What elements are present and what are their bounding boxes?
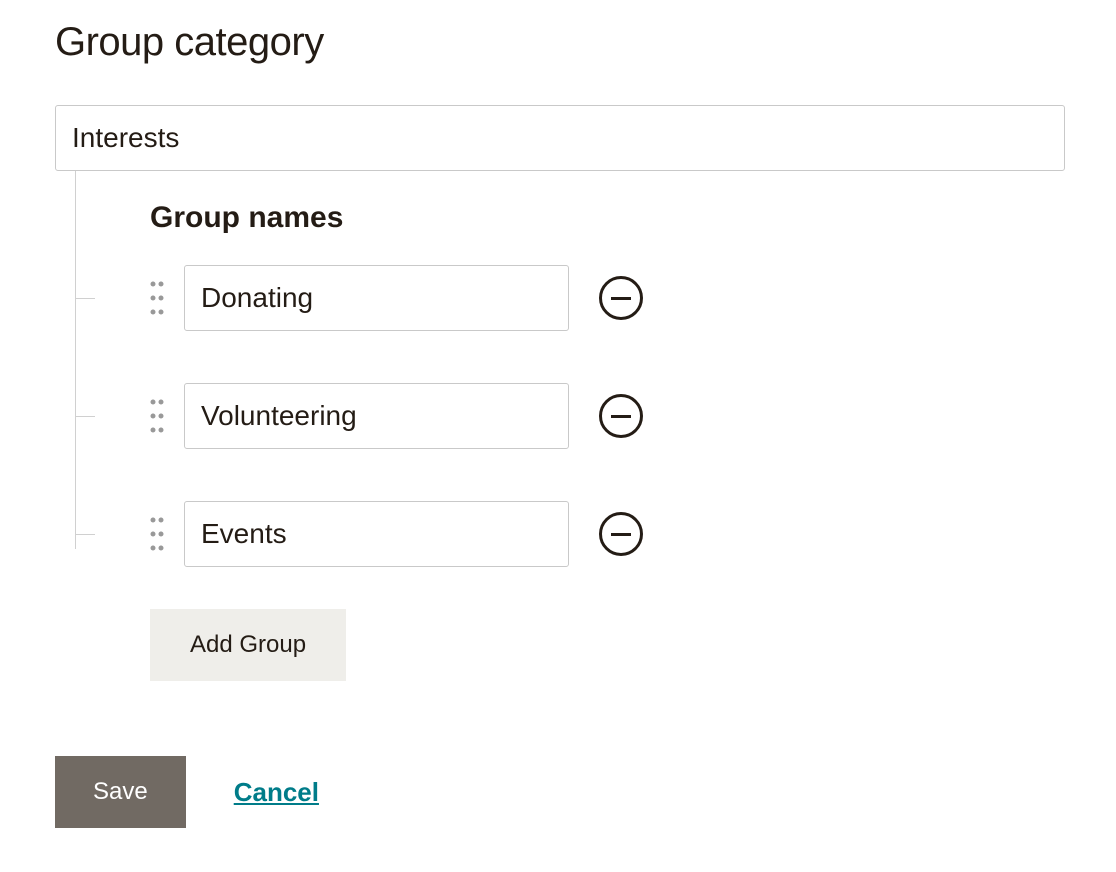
drag-handle-icon[interactable]	[150, 280, 164, 316]
remove-group-button[interactable]	[599, 512, 643, 556]
save-button[interactable]: Save	[55, 756, 186, 828]
remove-group-button[interactable]	[599, 276, 643, 320]
tree-connector-horizontal	[75, 534, 95, 535]
remove-group-button[interactable]	[599, 394, 643, 438]
tree-connector-vertical	[75, 171, 76, 549]
minus-icon	[611, 533, 631, 536]
add-group-button[interactable]: Add Group	[150, 609, 346, 681]
tree-connector-horizontal	[75, 416, 95, 417]
tree-connector-horizontal	[75, 298, 95, 299]
group-name-input[interactable]	[184, 501, 569, 567]
group-name-input[interactable]	[184, 383, 569, 449]
page-title: Group category	[55, 20, 1061, 65]
group-name-input[interactable]	[184, 265, 569, 331]
group-category-input[interactable]	[55, 105, 1065, 171]
group-row	[150, 265, 1061, 331]
drag-handle-icon[interactable]	[150, 516, 164, 552]
minus-icon	[611, 297, 631, 300]
group-row	[150, 383, 1061, 449]
group-row	[150, 501, 1061, 567]
minus-icon	[611, 415, 631, 418]
group-names-heading: Group names	[150, 201, 1061, 235]
cancel-link[interactable]: Cancel	[234, 777, 319, 808]
drag-handle-icon[interactable]	[150, 398, 164, 434]
